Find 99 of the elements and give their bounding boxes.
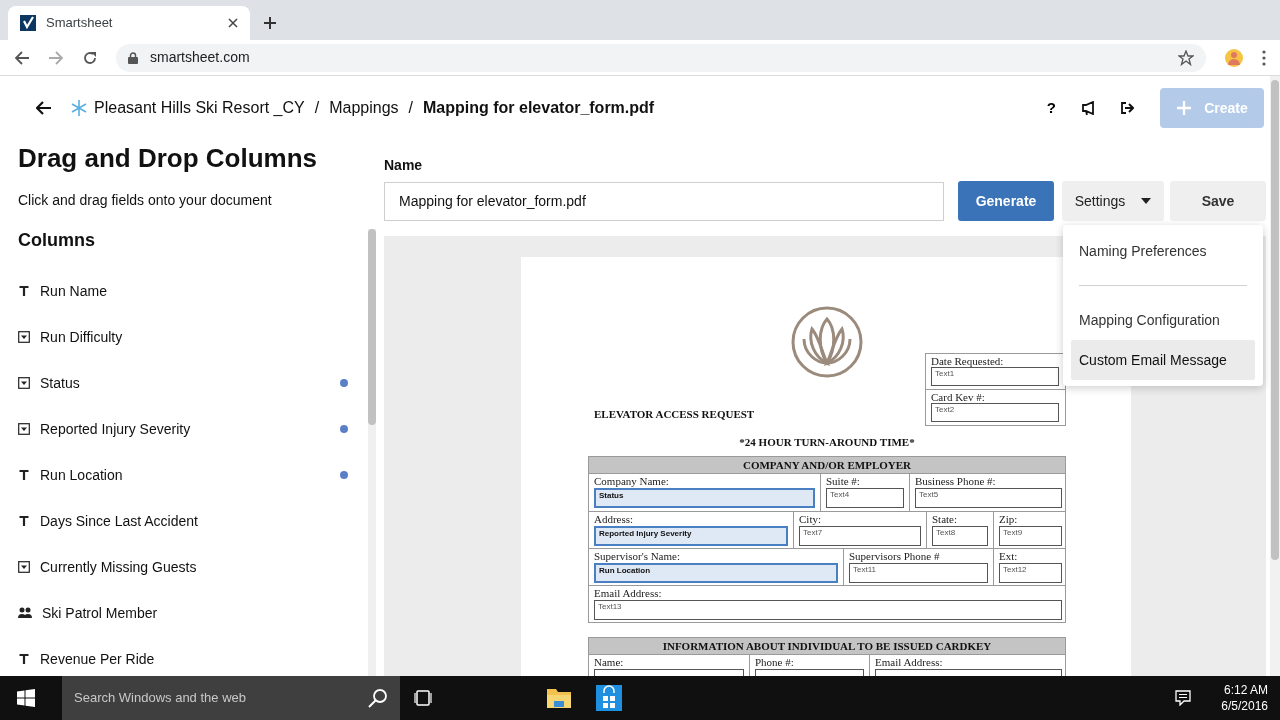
notification-icon[interactable]: [1175, 690, 1192, 706]
field-label: Name: [384, 156, 424, 175]
column-item[interactable]: Ski Patrol Member: [18, 590, 368, 636]
back-arrow-icon[interactable]: [36, 101, 52, 115]
form-field[interactable]: Text12: [999, 563, 1062, 583]
form-subtitle: *24 HOUR TURN-AROUND TIME*: [738, 435, 916, 449]
form-label: Phone #:: [755, 656, 795, 668]
taskbar-search-field[interactable]: Search Windows and the web: [62, 676, 400, 720]
form-field[interactable]: Text4: [826, 488, 904, 508]
windows-start-icon[interactable]: [17, 689, 35, 707]
form-label: Name:: [594, 656, 625, 668]
folder-icon[interactable]: [546, 686, 572, 710]
dropdown-type-icon: [18, 377, 30, 389]
form-label: Card Kev #:: [931, 391, 986, 403]
reload-icon[interactable]: [82, 49, 98, 66]
form-field[interactable]: Text13: [594, 600, 1062, 620]
menu-item[interactable]: Custom Email Message: [1071, 340, 1255, 380]
more-icon[interactable]: [1262, 49, 1266, 66]
form-label: Email Address:: [875, 656, 944, 668]
avatar-icon[interactable]: [1224, 47, 1244, 68]
checkmark-logo-icon: [20, 15, 36, 31]
new-tab-icon[interactable]: [263, 16, 277, 30]
column-item[interactable]: Run Location: [18, 452, 368, 498]
dropdown-type-icon: [18, 423, 30, 435]
scrollbar-thumb[interactable]: [1271, 80, 1279, 560]
store-bag-icon[interactable]: [596, 685, 622, 711]
address-bar[interactable]: smartsheet.com: [116, 43, 1206, 72]
form-label: Company Name:: [594, 475, 670, 487]
clock-time[interactable]: 6:12 AM: [1223, 682, 1268, 698]
form-section-heading: COMPANY AND/OR EMPLOYER: [589, 457, 1065, 474]
column-item[interactable]: Reported Injury Severity: [18, 406, 368, 452]
save-button[interactable]: Save: [1170, 181, 1266, 221]
panel-title: Drag and Drop Columns: [18, 142, 318, 175]
help-button[interactable]: ?: [1046, 96, 1056, 120]
form-label: State:: [932, 513, 959, 525]
dropdown-type-icon: [18, 561, 30, 573]
form-label: Ext:: [999, 550, 1019, 562]
column-item[interactable]: Days Since Last Accident: [18, 498, 368, 544]
sign-out-icon[interactable]: [1120, 101, 1134, 115]
name-field[interactable]: Mapping for elevator_form.pdf: [384, 181, 944, 221]
snowflake-icon: [70, 99, 88, 117]
text-type-icon: [18, 515, 30, 527]
page-title: Mapping for elevator_form.pdf: [423, 98, 655, 118]
column-item[interactable]: Run Difficulty: [18, 314, 368, 360]
form-label: Email Address:: [594, 587, 663, 599]
form-field[interactable]: Text9: [999, 526, 1062, 546]
column-item[interactable]: Currently Missing Guests: [18, 544, 368, 590]
settings-button[interactable]: Settings: [1062, 181, 1164, 221]
form-label: Date Requested:: [931, 355, 1005, 367]
breadcrumb-link[interactable]: Pleasant Hills Ski Resort _CY: [94, 96, 305, 120]
menu-item[interactable]: Naming Preferences: [1071, 231, 1255, 271]
megaphone-icon[interactable]: [1082, 101, 1096, 115]
text-type-icon: [18, 285, 30, 297]
lotus-logo-icon: [790, 305, 864, 379]
scrollbar-thumb[interactable]: [368, 229, 376, 425]
url-text: smartsheet.com: [150, 48, 251, 67]
clock-date[interactable]: 6/5/2016: [1221, 698, 1268, 714]
lock-icon: [128, 51, 138, 64]
form-field[interactable]: Text1: [931, 367, 1059, 386]
mapped-field[interactable]: Reported Injury Severity: [594, 526, 788, 546]
form-field[interactable]: Text8: [932, 526, 988, 546]
form-label: Supervisor's Name:: [594, 550, 681, 562]
star-icon[interactable]: [1178, 49, 1194, 66]
form-label: Address:: [594, 513, 635, 525]
mapped-field[interactable]: Status: [594, 488, 815, 508]
panel-subtitle: Click and drag fields onto your document: [18, 191, 273, 210]
breadcrumb-separator: /: [408, 98, 414, 118]
form-section-heading: INFORMATION ABOUT INDIVIDUAL TO BE ISSUED CARDKEY: [589, 638, 1065, 655]
people-icon: [18, 607, 32, 619]
form-label: Business Phone #:: [915, 475, 997, 487]
back-icon[interactable]: [14, 49, 30, 66]
form-label: City:: [799, 513, 822, 525]
section-heading: Columns: [18, 229, 96, 252]
browser-tab[interactable]: Smartsheet: [8, 6, 250, 40]
text-type-icon: [18, 469, 30, 481]
form-field[interactable]: Text7: [799, 526, 921, 546]
breadcrumb-link[interactable]: Mappings: [329, 96, 399, 120]
column-item[interactable]: Status: [18, 360, 368, 406]
form-field[interactable]: Text2: [931, 403, 1059, 422]
generate-button[interactable]: Generate: [958, 181, 1054, 221]
mapped-field[interactable]: Run Location: [594, 563, 838, 583]
caret-icon: [1141, 198, 1152, 204]
search-icon: [368, 688, 388, 708]
close-icon[interactable]: [228, 18, 238, 28]
plus-icon: [1176, 100, 1193, 116]
form-field[interactable]: Text5: [915, 488, 1062, 508]
task-view-icon[interactable]: [414, 689, 432, 707]
text-type-icon: [18, 653, 30, 665]
dropdown-type-icon: [18, 331, 30, 343]
form-field[interactable]: Text11: [849, 563, 988, 583]
breadcrumb-separator: /: [314, 98, 320, 118]
form-label: Zip:: [999, 513, 1019, 525]
column-item[interactable]: Run Name: [18, 268, 368, 314]
form-label: Suite #:: [826, 475, 861, 487]
menu-item[interactable]: Mapping Configuration: [1071, 300, 1255, 340]
column-item[interactable]: Revenue Per Ride: [18, 636, 368, 676]
form-title: ELEVATOR ACCESS REQUEST: [594, 407, 756, 421]
form-label: Supervisors Phone #: [849, 550, 941, 562]
tab-title: Smartsheet: [46, 14, 114, 33]
